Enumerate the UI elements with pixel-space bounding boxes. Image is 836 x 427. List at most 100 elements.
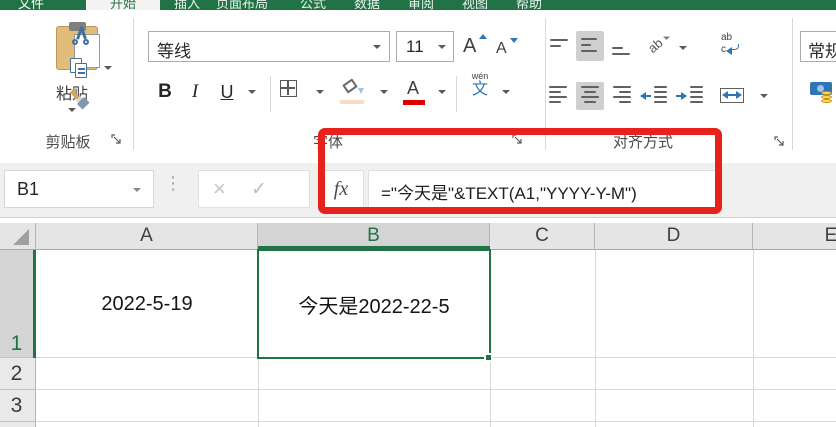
font-color-letter: A: [407, 78, 420, 98]
font-color-dropdown-icon[interactable]: [438, 90, 446, 94]
align-right-icon: [613, 86, 633, 106]
align-center-button[interactable]: [576, 82, 604, 110]
row-divider: [0, 357, 36, 358]
italic-button[interactable]: I: [184, 78, 206, 106]
font-color-bar: [403, 100, 425, 105]
formula-bar-row: B1 ⋮ × ✓ fx ="今天是"&TEXT(A1,"YYYY-Y-M"): [0, 163, 836, 217]
align-middle-button[interactable]: [576, 31, 604, 61]
cell-a1[interactable]: 2022-5-19: [36, 250, 258, 358]
font-group-label: 字体: [312, 134, 343, 151]
borders-button[interactable]: [280, 80, 300, 100]
formula-text: ="今天是"&TEXT(A1,"YYYY-Y-M"): [381, 184, 637, 203]
gridline-h: [36, 421, 836, 422]
tab-data[interactable]: 数据: [354, 0, 380, 10]
increase-font-size-button[interactable]: A: [460, 32, 490, 62]
underline-button[interactable]: U: [214, 78, 240, 106]
fill-color-button[interactable]: [340, 78, 366, 114]
tab-help[interactable]: 帮助: [516, 0, 542, 10]
font-size-dropdown-icon[interactable]: [438, 45, 446, 49]
increase-indent-arrow-icon: [681, 92, 687, 100]
formula-bar-divider[interactable]: ⋮: [164, 173, 182, 194]
merge-center-button[interactable]: [720, 88, 746, 106]
orientation-button[interactable]: ab: [644, 32, 674, 60]
align-bottom-button[interactable]: [610, 36, 634, 58]
number-format-combo[interactable]: 常规: [800, 31, 836, 62]
decrease-indent-lines-icon: [654, 86, 668, 106]
tab-page-layout[interactable]: 页面布局: [216, 0, 268, 10]
increase-indent-button[interactable]: [676, 84, 706, 108]
fx-icon: fx: [333, 177, 349, 200]
column-header-a[interactable]: A: [36, 223, 258, 250]
select-all-button[interactable]: [0, 223, 36, 250]
underline-dropdown-icon[interactable]: [248, 90, 256, 94]
accounting-format-button[interactable]: [810, 82, 836, 108]
fill-color-bar: [340, 100, 364, 104]
ribbon-tab-bar: 文件 开始 插入 页面布局 公式 数据 审阅 视图 帮助: [0, 0, 836, 10]
tab-view[interactable]: 视图: [462, 0, 488, 10]
format-painter-button[interactable]: [66, 86, 94, 116]
shrink-font-arrow-icon: [510, 38, 518, 43]
column-header-c[interactable]: C: [490, 223, 595, 250]
tab-formulas[interactable]: 公式: [300, 0, 326, 10]
select-all-triangle-icon: [13, 229, 29, 245]
align-right-button[interactable]: [610, 84, 636, 108]
decrease-font-size-button[interactable]: A: [494, 35, 522, 62]
gridline-v: [753, 250, 754, 427]
excel-window: 文件 开始 插入 页面布局 公式 数据 审阅 视图 帮助 粘贴: [0, 0, 836, 427]
align-center-icon: [581, 86, 599, 106]
increase-indent-lines-icon: [690, 86, 704, 106]
row-header-2-label[interactable]: 2: [0, 362, 33, 386]
name-box-value: B1: [17, 179, 40, 199]
orientation-icon: ab: [644, 35, 666, 56]
name-box[interactable]: B1: [4, 170, 154, 208]
fill-color-dropdown-icon[interactable]: [380, 90, 388, 94]
orientation-dropdown-icon[interactable]: [679, 46, 687, 50]
cancel-icon[interactable]: ×: [213, 176, 226, 202]
tab-insert[interactable]: 插入: [174, 0, 200, 10]
bold-glyph: B: [158, 81, 172, 102]
fill-handle[interactable]: [484, 353, 493, 362]
insert-function-button[interactable]: fx: [318, 170, 364, 208]
column-header-d[interactable]: D: [595, 223, 753, 250]
format-painter-icon: [68, 88, 91, 111]
copy-dropdown-icon[interactable]: [104, 66, 112, 70]
formula-input[interactable]: ="今天是"&TEXT(A1,"YYYY-Y-M"): [368, 170, 716, 208]
align-left-button[interactable]: [546, 84, 572, 108]
selection-border: [257, 249, 491, 359]
align-middle-icon: [581, 37, 599, 55]
wrap-text-ab: ab: [721, 32, 733, 43]
phonetic-dropdown-icon[interactable]: [502, 90, 510, 94]
bold-button[interactable]: B: [152, 78, 178, 106]
borders-icon: [280, 80, 297, 97]
alignment-dialog-launcher[interactable]: [774, 136, 786, 148]
alignment-group-label: 对齐方式: [612, 134, 673, 151]
enter-icon[interactable]: ✓: [251, 178, 267, 200]
font-color-button[interactable]: A: [402, 76, 428, 114]
tab-home[interactable]: 开始: [110, 0, 136, 10]
borders-dropdown-icon[interactable]: [316, 90, 324, 94]
font-name-dropdown-icon[interactable]: [373, 45, 381, 49]
align-top-icon: [550, 39, 570, 55]
font-name-combo[interactable]: 等线: [148, 31, 390, 62]
row-header-3-label[interactable]: 3: [0, 394, 33, 418]
merge-center-dropdown-icon[interactable]: [760, 94, 768, 98]
font-size-combo[interactable]: 11: [396, 31, 454, 62]
align-top-button[interactable]: [548, 36, 572, 58]
tab-review[interactable]: 审阅: [408, 0, 434, 10]
column-header-e[interactable]: E: [753, 223, 836, 250]
clipboard-dialog-launcher[interactable]: [111, 134, 123, 146]
merge-center-icon: [720, 88, 744, 103]
font-dialog-launcher[interactable]: [512, 134, 524, 146]
phonetic-button[interactable]: wén 文: [464, 72, 496, 110]
cut-button[interactable]: [68, 26, 94, 52]
number-format-value: 常规: [808, 42, 836, 61]
decrease-indent-button[interactable]: [640, 84, 670, 108]
shrink-font-letter: A: [496, 40, 507, 57]
tab-file[interactable]: 文件: [18, 0, 44, 10]
copy-button[interactable]: [68, 56, 94, 82]
wrap-text-button[interactable]: ab c: [720, 32, 748, 60]
cancel-enter-box: × ✓: [198, 170, 310, 208]
phonetic-top: wén: [471, 71, 489, 81]
name-box-dropdown-icon[interactable]: [133, 188, 141, 192]
font-size-value: 11: [406, 37, 424, 56]
